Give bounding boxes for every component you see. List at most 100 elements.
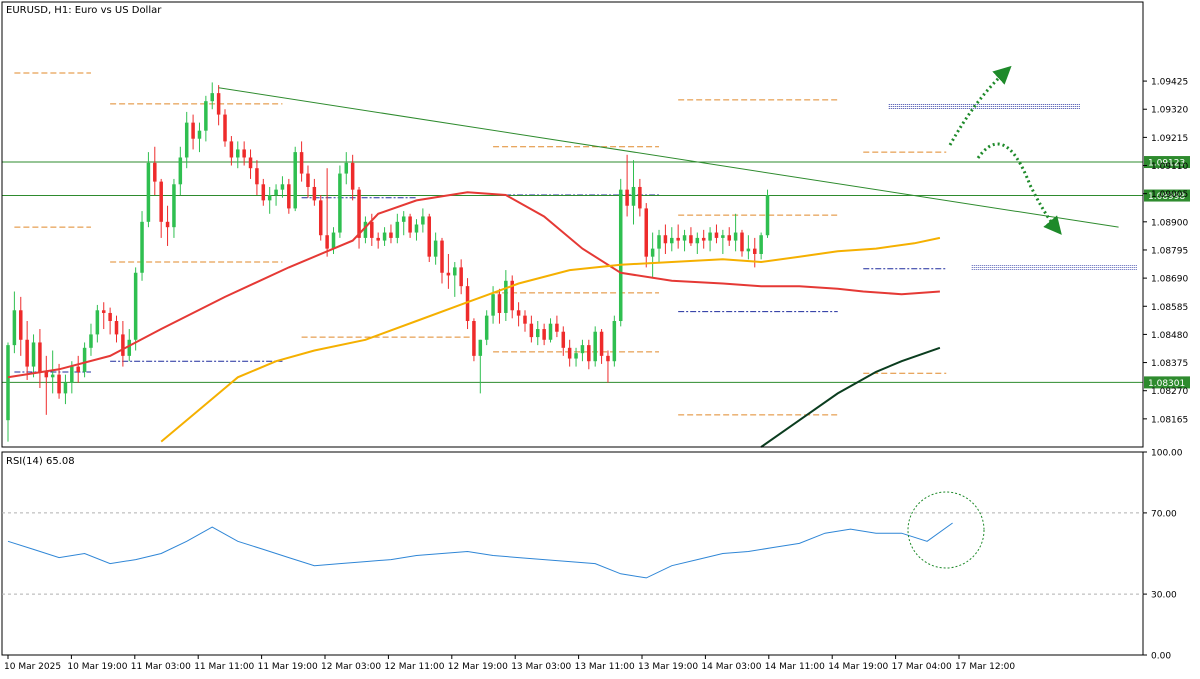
- candle: [108, 307, 112, 335]
- candle-body: [427, 216, 432, 257]
- candle: [95, 304, 100, 343]
- candle: [76, 355, 80, 383]
- candle: [31, 334, 36, 378]
- candle-body: [453, 267, 457, 276]
- price-chart[interactable]: 1.091231.089981.08301 1.094251.093201.09…: [0, 0, 1200, 675]
- candle: [146, 152, 151, 228]
- candle: [612, 315, 617, 367]
- candle-body: [389, 232, 393, 238]
- candle-body: [370, 221, 374, 238]
- candle-body: [127, 339, 132, 356]
- candle: [542, 323, 546, 346]
- candle-body: [76, 366, 80, 372]
- candle: [427, 213, 432, 263]
- candle: [6, 342, 10, 442]
- candle: [529, 315, 534, 343]
- candle-body: [312, 186, 317, 201]
- candle-body: [440, 240, 444, 273]
- candle-body: [25, 339, 29, 367]
- ma-slow-line: [760, 346, 941, 448]
- chart-title: EURUSD, H1: Euro vs US Dollar: [6, 5, 162, 16]
- candle-body: [101, 310, 106, 313]
- candle: [274, 184, 278, 206]
- candle-body: [242, 149, 246, 158]
- price-panel: 1.091231.089981.08301 1.094251.093201.09…: [1, 1, 1190, 448]
- y-tick-label: 1.08690: [1151, 275, 1188, 285]
- candle: [433, 232, 438, 265]
- candle: [574, 347, 578, 367]
- candle-body: [63, 382, 68, 394]
- candle: [293, 146, 297, 212]
- candle-body: [376, 237, 380, 241]
- candle: [197, 122, 202, 153]
- candle-body: [497, 294, 502, 313]
- candle: [204, 95, 208, 142]
- candle: [165, 205, 170, 246]
- candle: [184, 111, 189, 169]
- candle-body: [114, 321, 119, 335]
- candle: [650, 232, 655, 279]
- candle-body: [165, 221, 170, 228]
- candle: [325, 168, 329, 257]
- candle: [663, 224, 668, 254]
- candle: [395, 213, 400, 244]
- candle-body: [676, 237, 680, 241]
- candle-body: [408, 216, 412, 233]
- candle-body: [82, 347, 87, 372]
- candle-body: [318, 200, 323, 236]
- candle-body: [331, 232, 336, 249]
- candle: [19, 296, 23, 356]
- candle: [216, 85, 221, 126]
- candle-body: [516, 310, 521, 316]
- candle: [535, 321, 540, 346]
- candle: [701, 229, 706, 249]
- y-tick-label: 1.08795: [1151, 246, 1188, 256]
- candle-body: [108, 312, 112, 322]
- candle: [682, 229, 687, 252]
- candle-body: [70, 366, 74, 383]
- candle: [618, 178, 623, 327]
- candle-body: [542, 329, 546, 340]
- x-tick-label: 11 Mar 03:00: [131, 662, 191, 672]
- candle: [159, 178, 163, 238]
- candle-body: [663, 235, 668, 244]
- x-tick-label: 11 Mar 19:00: [258, 662, 318, 672]
- candle-body: [759, 235, 763, 254]
- candle: [504, 270, 508, 322]
- x-tick-label: 17 Mar 12:00: [955, 662, 1015, 672]
- candle: [376, 232, 380, 249]
- candle-body: [344, 162, 349, 174]
- candle-body: [446, 272, 451, 276]
- candle-body: [395, 221, 400, 238]
- candle: [708, 227, 712, 252]
- candle-body: [280, 184, 285, 190]
- rsi-tick-label: 0.00: [1151, 652, 1171, 662]
- candle: [644, 203, 649, 268]
- candle: [689, 227, 693, 246]
- candle-body: [714, 232, 719, 238]
- candle: [478, 339, 483, 394]
- y-tick-label: 1.09110: [1151, 162, 1188, 172]
- candle-body: [529, 323, 534, 338]
- candle-body: [695, 237, 700, 244]
- candle-body: [350, 162, 355, 190]
- candle: [382, 227, 387, 246]
- candle-body: [414, 224, 419, 233]
- candle: [421, 208, 425, 233]
- candle-body: [612, 321, 617, 362]
- candle: [740, 229, 744, 257]
- candle-body: [338, 173, 342, 233]
- candle-body: [746, 248, 751, 252]
- candle-body: [287, 184, 291, 209]
- candle: [121, 321, 125, 367]
- rsi-tick-label: 100.00: [1151, 449, 1183, 459]
- candle: [318, 195, 323, 241]
- candle-body: [433, 240, 438, 257]
- candle: [676, 224, 680, 249]
- x-tick-label: 10 Mar 2025: [4, 662, 61, 672]
- candle-body: [50, 374, 55, 378]
- candle: [191, 114, 195, 150]
- candle-body: [210, 93, 214, 102]
- candle-body: [523, 315, 527, 324]
- x-tick-label: 14 Mar 19:00: [828, 662, 888, 672]
